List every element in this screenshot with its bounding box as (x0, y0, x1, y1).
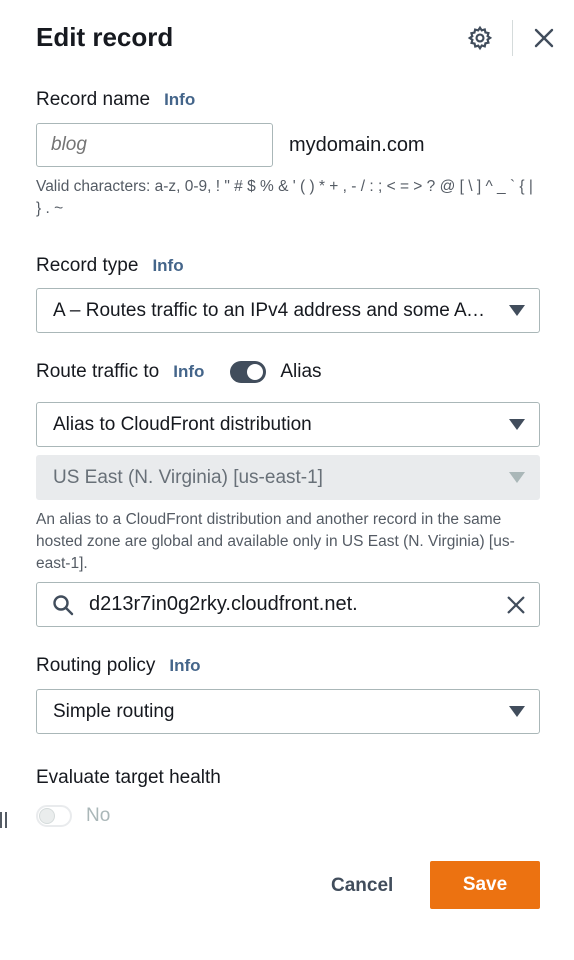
caret-down-icon (509, 706, 525, 717)
domain-suffix: mydomain.com (289, 134, 425, 156)
panel-title: Edit record (36, 22, 174, 52)
evaluate-health-label: Evaluate target health (36, 767, 221, 788)
record-type-label: Record type (36, 255, 139, 276)
cancel-button[interactable]: Cancel (331, 875, 393, 897)
toggle-knob (247, 364, 264, 380)
region-select: US East (N. Virginia) [us-east-1] (36, 455, 540, 500)
header-divider (512, 20, 513, 56)
alias-toggle[interactable] (230, 361, 267, 383)
target-search-field[interactable]: d213r7in0g2rky.cloudfront.net. (36, 582, 540, 627)
alias-label: Alias (280, 361, 322, 382)
record-type-info-link[interactable]: Info (152, 256, 183, 276)
caret-down-icon (509, 419, 525, 430)
routing-policy-info-link[interactable]: Info (169, 656, 200, 676)
endpoint-type-select[interactable]: Alias to CloudFront distribution (36, 402, 540, 447)
region-value: US East (N. Virginia) [us-east-1] (53, 466, 323, 488)
close-icon[interactable] (528, 22, 560, 54)
caret-down-icon (509, 305, 525, 316)
caret-down-icon (509, 472, 525, 483)
record-name-label: Record name (36, 89, 151, 110)
route-traffic-label: Route traffic to (36, 361, 160, 382)
record-type-select[interactable]: A – Routes traffic to an IPv4 address an… (36, 288, 540, 333)
routing-policy-label: Routing policy (36, 655, 156, 676)
clear-icon[interactable] (505, 594, 527, 616)
record-type-value: A – Routes traffic to an IPv4 address an… (53, 299, 495, 321)
route-traffic-info-link[interactable]: Info (173, 362, 204, 382)
evaluate-health-toggle (36, 805, 72, 827)
routing-policy-value: Simple routing (53, 700, 175, 722)
routing-policy-label-row: Routing policy Info (36, 654, 201, 678)
drag-handle-icon[interactable] (0, 810, 8, 830)
record-name-info-link[interactable]: Info (164, 90, 195, 110)
gear-icon[interactable] (464, 22, 496, 54)
endpoint-type-value: Alias to CloudFront distribution (53, 413, 312, 435)
route-traffic-label-row: Route traffic to Info Alias (36, 360, 322, 384)
region-hint: An alias to a CloudFront distribution an… (36, 511, 515, 572)
target-value: d213r7in0g2rky.cloudfront.net. (89, 593, 358, 615)
record-name-label-row: Record name Info (36, 88, 195, 112)
evaluate-health-state: No (86, 805, 111, 826)
record-name-hint: Valid characters: a-z, 0-9, ! " # $ % & … (36, 178, 533, 217)
record-type-label-row: Record type Info (36, 254, 184, 278)
save-button[interactable]: Save (430, 861, 540, 909)
record-name-input[interactable] (36, 123, 273, 167)
search-icon (51, 593, 75, 617)
toggle-knob (39, 808, 55, 824)
evaluate-health-toggle-row: No (36, 805, 110, 827)
routing-policy-select[interactable]: Simple routing (36, 689, 540, 734)
